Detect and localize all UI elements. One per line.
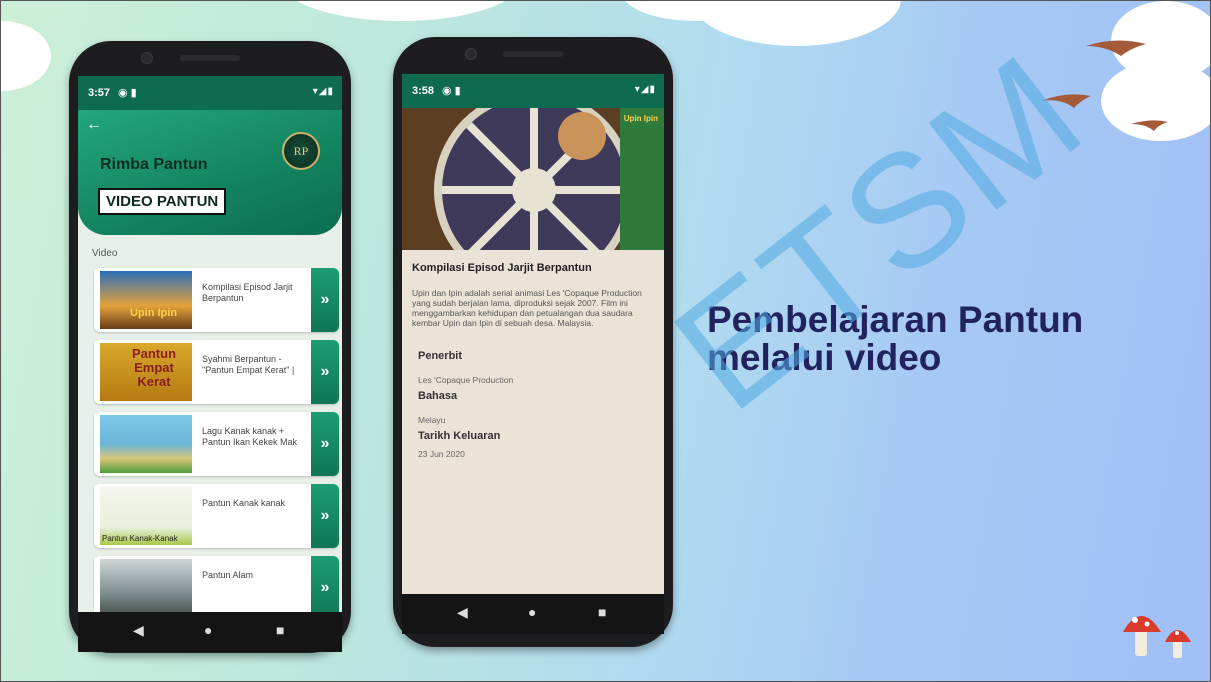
video-list-item[interactable]: Pantun Alam » — [94, 556, 339, 620]
video-list-item[interactable]: Pantun Empat Kerat Syahmi Berpantun - "P… — [94, 340, 339, 404]
video-title: Pantun Alam — [202, 570, 254, 580]
play-arrow-icon[interactable]: » — [311, 340, 339, 404]
video-title: Syahmi Berpantun - "Pantun Empat Kerat" … — [202, 354, 295, 375]
nav-home-icon[interactable]: ● — [204, 622, 212, 638]
status-bar: 3:57 ◉ ▮ ▾◢▮ — [78, 76, 342, 110]
list-label: Video — [92, 248, 118, 259]
video-thumbnail — [100, 559, 192, 617]
phone-left-screen: 3:57 ◉ ▮ ▾◢▮ ← Rimba Pantun RP VIDEO PAN… — [78, 76, 342, 652]
nav-recents-icon[interactable]: ■ — [276, 622, 284, 638]
signal-battery-icons: ▾◢▮ — [312, 86, 334, 97]
language-value: Melayu — [418, 415, 446, 425]
video-thumbnail: Pantun Kanak-Kanak — [100, 487, 192, 545]
signal-battery-icons: ▾◢▮ — [634, 84, 656, 95]
app-title: Rimba Pantun — [100, 156, 208, 173]
video-title: Kompilasi Episod Jarjit Berpantun — [202, 282, 293, 303]
cloud-left — [1, 21, 51, 91]
detail-description: Upin dan Ipin adalah serial animasi Les … — [412, 288, 642, 328]
video-list-item[interactable]: Lagu Kanak kanak + Pantun Ikan Kekek Mak… — [94, 412, 339, 476]
video-list-item[interactable]: Upin Ipin Kompilasi Episod Jarjit Berpan… — [94, 268, 339, 332]
app-header: ← Rimba Pantun RP VIDEO PANTUN — [78, 110, 342, 235]
nav-recents-icon[interactable]: ■ — [598, 604, 606, 620]
video-list-item[interactable]: Pantun Kanak-Kanak Pantun Kanak kanak » — [94, 484, 339, 548]
speaker-grille — [180, 55, 240, 61]
nav-home-icon[interactable]: ● — [528, 604, 536, 620]
play-arrow-icon[interactable]: » — [311, 268, 339, 332]
status-notification-icons: ◉ ▮ — [118, 87, 137, 99]
video-badge: Upin Ipin — [623, 114, 658, 123]
video-title: Lagu Kanak kanak + Pantun Ikan Kekek Mak — [202, 426, 298, 447]
front-camera — [141, 52, 153, 64]
cloud-top-right — [691, 1, 901, 46]
status-bar: 3:58 ◉ ▮ ▾◢▮ — [402, 74, 664, 108]
phone-right: 3:58 ◉ ▮ ▾◢▮ Upin Ipin Kompilasi Episod … — [393, 37, 673, 647]
system-nav-bar: ◀ ● ■ — [402, 594, 664, 634]
release-date-label: Tarikh Keluaran — [418, 430, 501, 442]
phone-right-screen: 3:58 ◉ ▮ ▾◢▮ Upin Ipin Kompilasi Episod … — [402, 74, 664, 634]
app-logo: RP — [282, 132, 320, 170]
video-player[interactable]: Upin Ipin — [402, 108, 664, 250]
status-time: 3:58 — [412, 85, 435, 97]
publisher-value: Les 'Copaque Production — [418, 375, 514, 385]
thumbnail-text: Upin Ipin — [130, 307, 178, 319]
thumbnail-text: Pantun Empat Kerat — [131, 346, 177, 389]
back-arrow-icon[interactable]: ← — [86, 116, 102, 134]
video-frame — [402, 108, 664, 250]
nav-back-icon[interactable]: ◀ — [457, 604, 468, 621]
status-notification-icons: ◉ ▮ — [442, 85, 461, 97]
play-arrow-icon[interactable]: » — [311, 556, 339, 620]
video-thumbnail: Upin Ipin — [100, 271, 192, 329]
language-label: Bahasa — [418, 390, 458, 402]
mushroom-icon — [1123, 616, 1191, 658]
video-pantun-button[interactable]: VIDEO PANTUN — [98, 188, 227, 215]
front-camera — [465, 48, 477, 60]
detail-title: Kompilasi Episod Jarjit Berpantun — [412, 262, 592, 274]
speaker-grille — [503, 51, 563, 57]
video-detail-panel: Kompilasi Episod Jarjit Berpantun Upin d… — [402, 250, 664, 594]
publisher-label: Penerbit — [418, 350, 463, 362]
play-arrow-icon[interactable]: » — [311, 412, 339, 476]
cloud-top — [281, 1, 521, 21]
video-title: Pantun Kanak kanak — [202, 498, 286, 508]
system-nav-bar: ◀ ● ■ — [78, 612, 342, 652]
video-thumbnail — [100, 415, 192, 473]
slide: 3:57 ◉ ▮ ▾◢▮ ← Rimba Pantun RP VIDEO PAN… — [0, 0, 1211, 682]
thumbnail-text: Pantun Kanak-Kanak — [102, 534, 178, 543]
status-time: 3:57 — [88, 87, 111, 99]
release-date-value: 23 Jun 2020 — [418, 449, 465, 459]
play-arrow-icon[interactable]: » — [311, 484, 339, 548]
nav-back-icon[interactable]: ◀ — [133, 622, 144, 639]
watermark: ETSM — [642, 19, 1116, 444]
video-thumbnail: Pantun Empat Kerat — [100, 343, 192, 401]
phone-left: 3:57 ◉ ▮ ▾◢▮ ← Rimba Pantun RP VIDEO PAN… — [69, 41, 351, 653]
